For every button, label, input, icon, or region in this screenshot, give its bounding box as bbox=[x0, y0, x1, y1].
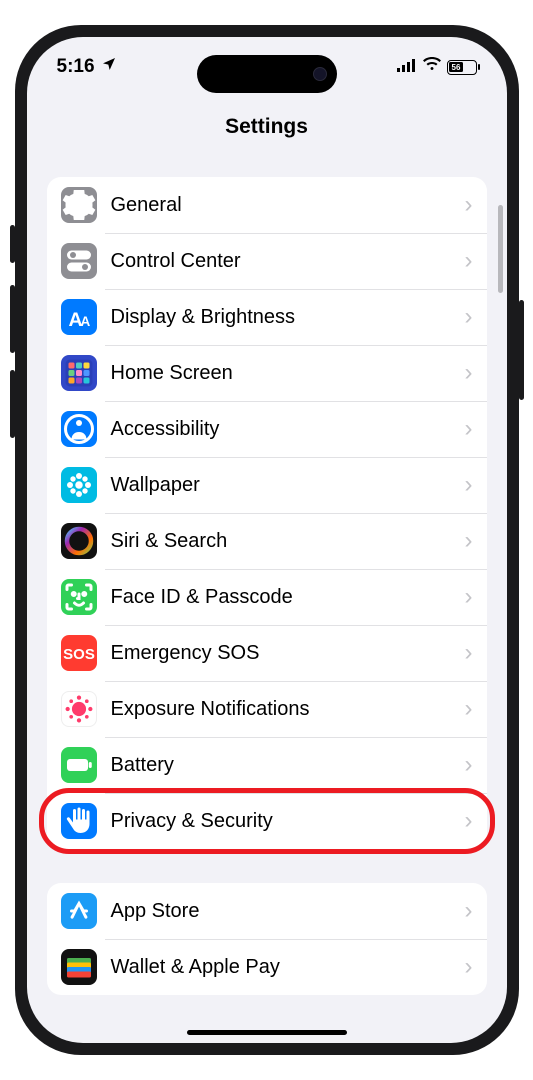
settings-item-wallet[interactable]: Wallet & Apple Pay› bbox=[47, 939, 487, 995]
settings-section: App Store›Wallet & Apple Pay› bbox=[47, 883, 487, 995]
settings-item-label: General bbox=[111, 194, 465, 217]
chevron-right-icon: › bbox=[465, 751, 473, 779]
page-title: Settings bbox=[27, 115, 507, 139]
battery-icon: 56 bbox=[447, 60, 477, 75]
volume-down-button bbox=[10, 370, 15, 438]
covid-icon bbox=[61, 691, 97, 727]
settings-item-label: Face ID & Passcode bbox=[111, 586, 465, 609]
side-button bbox=[519, 300, 524, 400]
settings-item-general[interactable]: General› bbox=[47, 177, 487, 233]
settings-item-label: Battery bbox=[111, 754, 465, 777]
settings-item-control-center[interactable]: Control Center› bbox=[47, 233, 487, 289]
settings-item-label: Accessibility bbox=[111, 418, 465, 441]
settings-item-app-store[interactable]: App Store› bbox=[47, 883, 487, 939]
wallet-icon bbox=[61, 949, 97, 985]
status-time: 5:16 bbox=[57, 56, 95, 78]
location-icon bbox=[101, 56, 117, 78]
home-indicator[interactable] bbox=[187, 1030, 347, 1035]
settings-section: General›Control Center›AADisplay & Brigh… bbox=[47, 177, 487, 849]
settings-item-label: Display & Brightness bbox=[111, 306, 465, 329]
settings-item-label: Control Center bbox=[111, 250, 465, 273]
wifi-icon bbox=[422, 56, 442, 78]
chevron-right-icon: › bbox=[465, 527, 473, 555]
settings-item-accessibility[interactable]: Accessibility› bbox=[47, 401, 487, 457]
apps-grid-icon bbox=[61, 355, 97, 391]
settings-item-exposure[interactable]: Exposure Notifications› bbox=[47, 681, 487, 737]
chevron-right-icon: › bbox=[465, 639, 473, 667]
screen: 5:16 56 Settings General bbox=[27, 37, 507, 1043]
chevron-right-icon: › bbox=[465, 303, 473, 331]
chevron-right-icon: › bbox=[465, 695, 473, 723]
gear-icon bbox=[61, 187, 97, 223]
battery-level: 56 bbox=[449, 62, 463, 72]
appstore-icon bbox=[61, 893, 97, 929]
chevron-right-icon: › bbox=[465, 359, 473, 387]
settings-item-battery[interactable]: Battery› bbox=[47, 737, 487, 793]
chevron-right-icon: › bbox=[465, 953, 473, 981]
cellular-icon bbox=[397, 56, 417, 78]
chevron-right-icon: › bbox=[465, 191, 473, 219]
mute-switch bbox=[10, 225, 15, 263]
phone-frame: 5:16 56 Settings General bbox=[15, 25, 519, 1055]
settings-item-display-brightness[interactable]: AA Display & Brightness› bbox=[47, 289, 487, 345]
svg-text:A: A bbox=[80, 314, 90, 329]
battery-icon bbox=[61, 747, 97, 783]
face-icon bbox=[61, 579, 97, 615]
status-right: 56 bbox=[397, 56, 477, 78]
settings-item-label: App Store bbox=[111, 900, 465, 923]
aa-icon: AA bbox=[61, 299, 97, 335]
chevron-right-icon: › bbox=[465, 247, 473, 275]
settings-item-label: Wallet & Apple Pay bbox=[111, 956, 465, 979]
settings-item-face-id[interactable]: Face ID & Passcode› bbox=[47, 569, 487, 625]
flower-icon bbox=[61, 467, 97, 503]
settings-item-wallpaper[interactable]: Wallpaper› bbox=[47, 457, 487, 513]
volume-up-button bbox=[10, 285, 15, 353]
siri-icon bbox=[61, 523, 97, 559]
settings-item-label: Siri & Search bbox=[111, 530, 465, 553]
content[interactable]: General›Control Center›AADisplay & Brigh… bbox=[27, 177, 507, 1029]
chevron-right-icon: › bbox=[465, 583, 473, 611]
settings-item-siri-search[interactable]: Siri & Search› bbox=[47, 513, 487, 569]
settings-item-privacy-security[interactable]: Privacy & Security› bbox=[47, 793, 487, 849]
hand-icon bbox=[61, 803, 97, 839]
settings-item-home-screen[interactable]: Home Screen› bbox=[47, 345, 487, 401]
person-circle-icon bbox=[61, 411, 97, 447]
settings-item-label: Privacy & Security bbox=[111, 810, 465, 833]
scroll-indicator[interactable] bbox=[498, 205, 503, 293]
settings-item-label: Exposure Notifications bbox=[111, 698, 465, 721]
chevron-right-icon: › bbox=[465, 415, 473, 443]
camera-dot bbox=[313, 67, 327, 81]
switches-icon bbox=[61, 243, 97, 279]
settings-item-label: Wallpaper bbox=[111, 474, 465, 497]
svg-text:SOS: SOS bbox=[63, 646, 95, 663]
dynamic-island bbox=[197, 55, 337, 93]
chevron-right-icon: › bbox=[465, 807, 473, 835]
settings-item-label: Home Screen bbox=[111, 362, 465, 385]
chevron-right-icon: › bbox=[465, 897, 473, 925]
settings-item-emergency-sos[interactable]: SOS Emergency SOS› bbox=[47, 625, 487, 681]
sos-icon: SOS bbox=[61, 635, 97, 671]
settings-item-label: Emergency SOS bbox=[111, 642, 465, 665]
chevron-right-icon: › bbox=[465, 471, 473, 499]
